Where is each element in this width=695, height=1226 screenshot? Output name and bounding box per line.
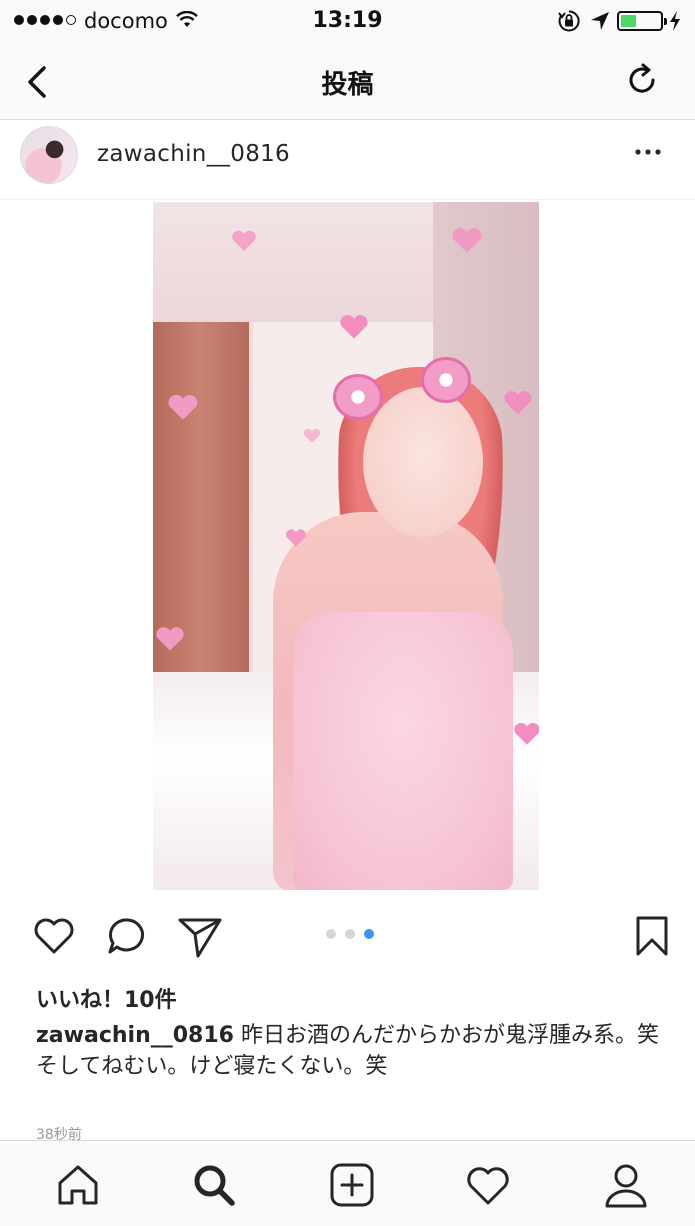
post-caption: zawachin__0816 昨日お酒のんだからかおが鬼浮腫み系。笑 そしてねむ… [36,1020,666,1082]
caption-text: 昨日お酒のんだからかおが鬼浮腫み系。笑 [233,1023,659,1048]
charging-bolt-icon [670,11,680,31]
bookmark-icon[interactable] [628,912,676,960]
carousel-dot-active [364,929,374,939]
post-actions [0,900,695,970]
avatar[interactable] [20,126,78,184]
refresh-icon[interactable] [622,60,662,100]
post-username[interactable]: zawachin__0816 [97,141,290,167]
profile-icon[interactable] [602,1161,650,1209]
comment-icon[interactable] [104,912,152,960]
battery-level-fill [621,15,636,27]
status-bar: docomo 13:19 [0,0,695,42]
carousel-dot [345,929,355,939]
location-arrow-icon [591,12,609,30]
carousel-indicator [326,929,374,939]
carousel-dot [326,929,336,939]
page-title: 投稿 [321,70,374,100]
home-icon[interactable] [54,1161,102,1209]
ellipsis-icon[interactable] [630,140,666,168]
tab-bar [0,1140,695,1226]
post-photo[interactable] [153,202,539,890]
caption-username[interactable]: zawachin__0816 [36,1023,234,1048]
share-icon[interactable] [176,912,224,960]
add-post-icon[interactable] [328,1161,376,1209]
caption-text-line2: そしてねむい。けど寝たくない。笑 [36,1054,388,1079]
rotation-lock-icon [558,10,580,32]
likes-count[interactable]: いいね！10件 [36,982,177,1014]
heart-icon[interactable] [30,912,78,960]
activity-heart-icon[interactable] [464,1161,512,1209]
navigation-bar: 投稿 [0,42,695,120]
post-header: zawachin__0816 [0,120,695,200]
battery-icon [617,11,667,31]
search-icon[interactable] [190,1161,238,1209]
